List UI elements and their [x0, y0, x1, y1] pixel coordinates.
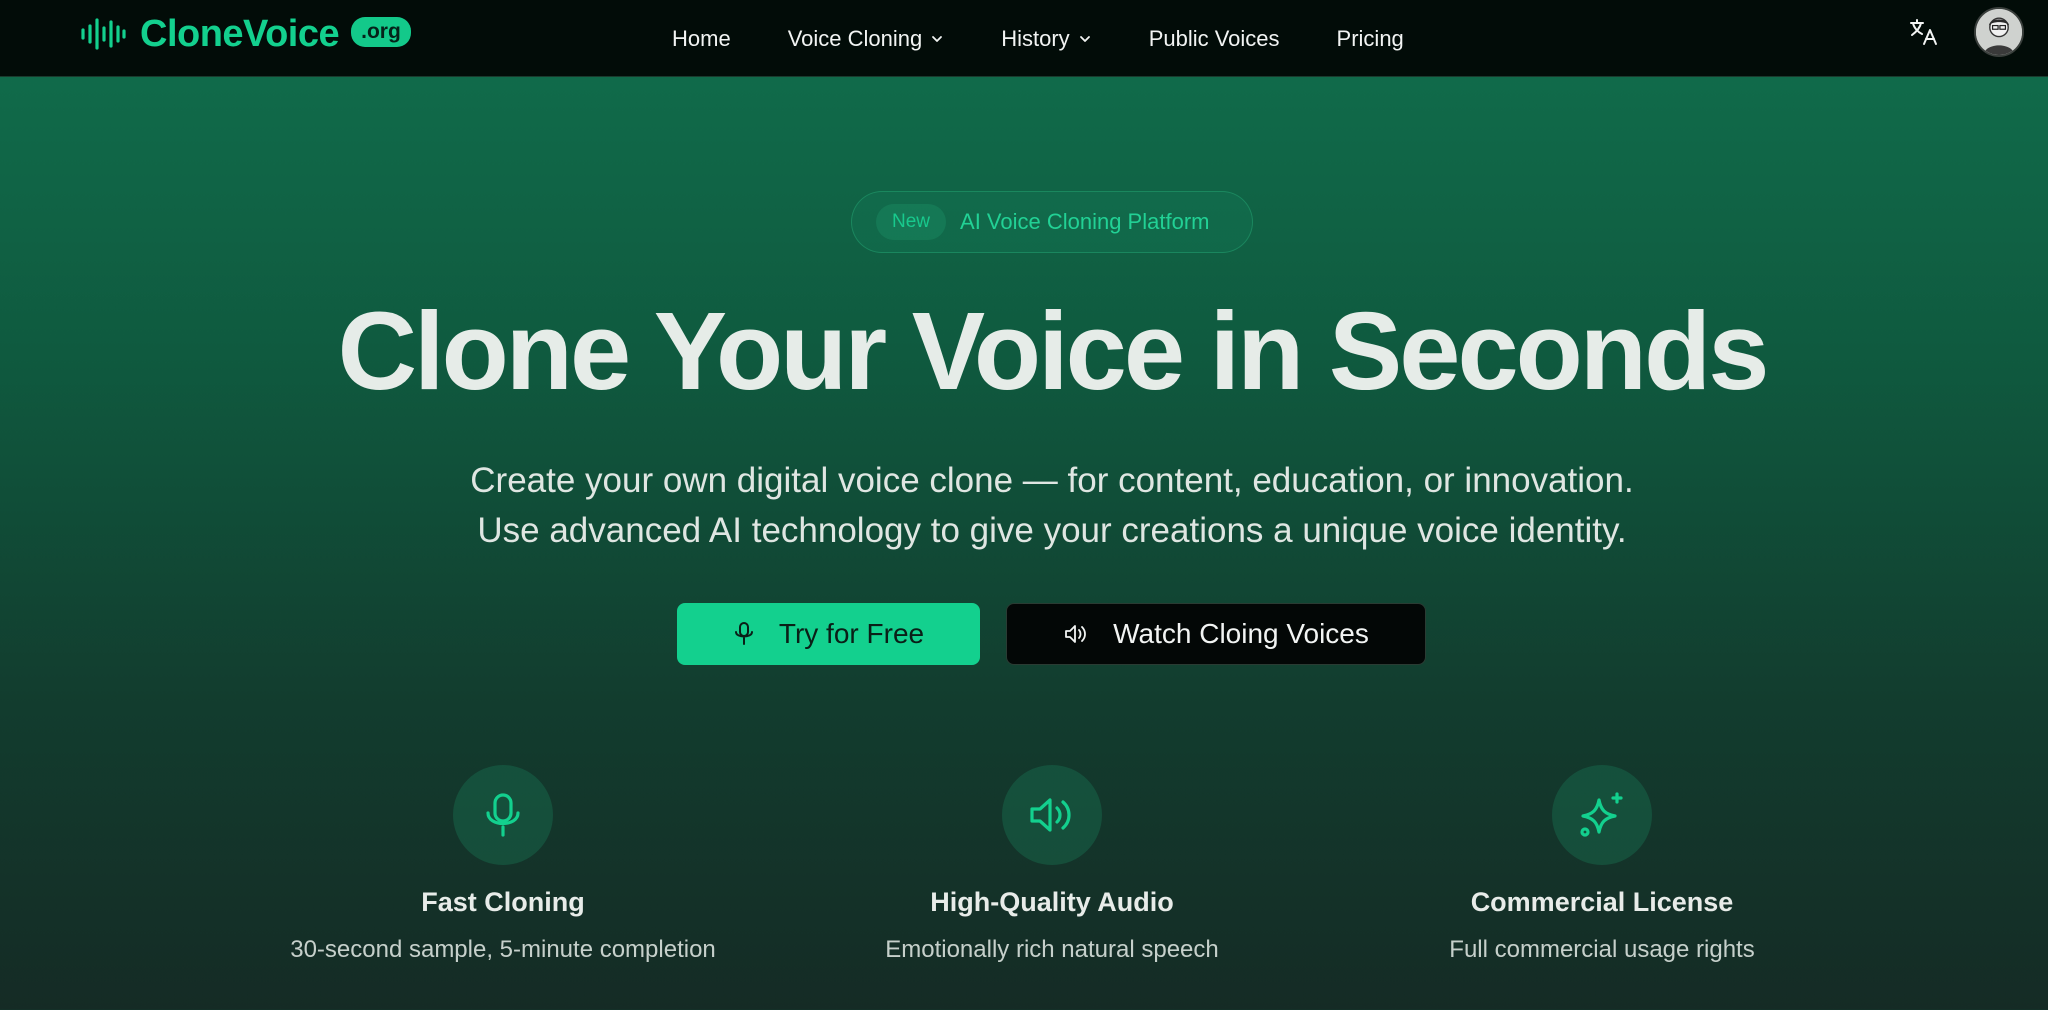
avatar-icon	[1976, 9, 2022, 55]
new-badge: New	[876, 204, 947, 240]
speaker-icon	[1065, 625, 1087, 643]
navbar: CloneVoice .org Home Voice Cloning Histo…	[0, 0, 2048, 77]
feature-description: 30-second sample, 5-minute completion	[290, 936, 716, 963]
nav-voice-cloning[interactable]: Voice Cloning	[788, 26, 945, 52]
speaker-icon	[1030, 798, 1071, 832]
nav-public-voices[interactable]: Public Voices	[1149, 26, 1280, 52]
feature-icon-circle	[1002, 765, 1102, 865]
sparkles-icon	[1580, 792, 1623, 837]
announcement-text: AI Voice Cloning Platform	[960, 209, 1210, 234]
chevron-down-icon	[932, 36, 943, 42]
feature-commercial-license: Commercial License Full commercial usage…	[1322, 765, 1882, 964]
feature-title: Commercial License	[1470, 887, 1734, 917]
nav-history[interactable]: History	[1001, 26, 1091, 52]
feature-icon-circle	[1552, 765, 1652, 865]
hero-subtitle-line2: Use advanced AI technology to give your …	[477, 511, 1627, 550]
nav-home-label: Home	[672, 26, 731, 51]
feature-high-quality-audio: High-Quality Audio Emotionally rich natu…	[772, 765, 1332, 964]
nav-public-voices-label: Public Voices	[1148, 26, 1280, 51]
feature-title: High-Quality Audio	[930, 887, 1174, 917]
feature-title: Fast Cloning	[421, 887, 585, 917]
nav-pricing-label: Pricing	[1336, 26, 1404, 51]
feature-fast-cloning: Fast Cloning 30-second sample, 5-minute …	[223, 765, 783, 964]
microphone-icon	[486, 793, 520, 837]
soundwave-logo-icon	[81, 18, 126, 50]
chevron-down-icon	[1079, 36, 1090, 42]
hero-subtitle: Create your own digital voice clone — fo…	[0, 456, 2048, 556]
user-avatar[interactable]	[1974, 7, 2024, 57]
feature-description: Emotionally rich natural speech	[885, 936, 1219, 963]
logo[interactable]: CloneVoice .org	[80, 12, 411, 55]
watch-cloning-voices-label: Watch Cloing Voices	[1113, 618, 1369, 649]
logo-domain-badge: .org	[351, 17, 411, 47]
announcement-pill[interactable]: New AI Voice Cloning Platform	[851, 191, 1253, 253]
logo-text: CloneVoice	[140, 12, 340, 55]
translate-icon[interactable]	[1908, 16, 1940, 48]
nav-pricing[interactable]: Pricing	[1337, 26, 1404, 52]
nav-voice-cloning-label: Voice Cloning	[787, 26, 923, 51]
main-nav: Home Voice Cloning History Public Voices…	[672, 20, 1461, 58]
hero-title: Clone Your Voice in Seconds	[337, 290, 1770, 413]
hero-subtitle-line1: Create your own digital voice clone — fo…	[470, 461, 1634, 500]
try-for-free-label: Try for Free	[778, 618, 925, 649]
feature-description: Full commercial usage rights	[1449, 936, 1755, 963]
feature-icon-circle	[453, 765, 553, 865]
watch-cloning-voices-button[interactable]: Watch Cloing Voices	[1006, 603, 1426, 665]
nav-home[interactable]: Home	[672, 26, 731, 52]
nav-history-label: History	[1001, 26, 1070, 51]
microphone-icon	[734, 622, 753, 645]
try-for-free-button[interactable]: Try for Free	[677, 603, 980, 665]
